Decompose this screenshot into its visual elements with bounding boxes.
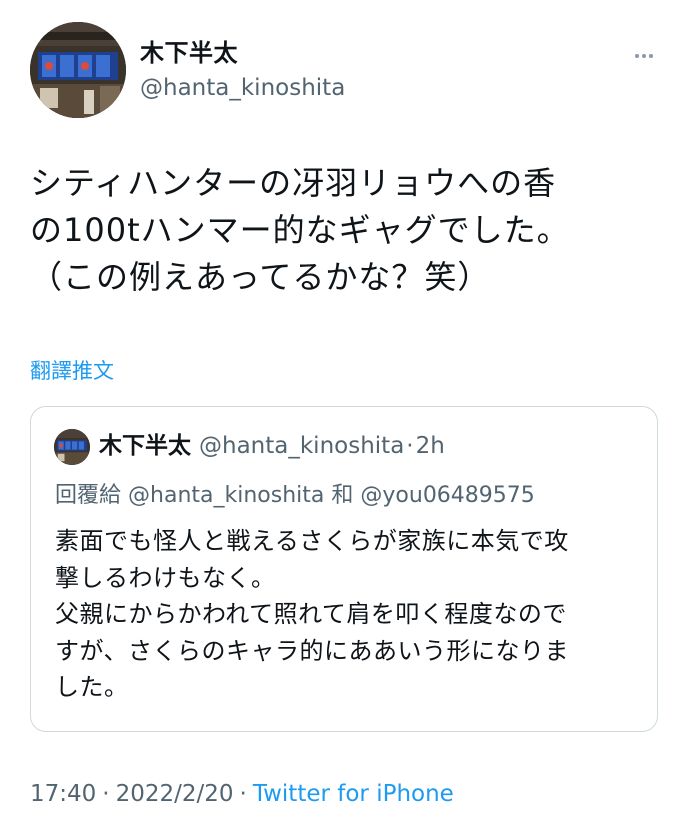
more-dot — [642, 54, 646, 58]
quote-author-handle[interactable]: @hanta_kinoshita — [199, 433, 404, 459]
tweet-text-line: シティハンターの冴羽リョウへの香 — [30, 164, 557, 202]
tweet-text: シティハンターの冴羽リョウへの香 の100tハンマー的なギャグでした。 （この例… — [30, 160, 670, 301]
more-dot — [649, 54, 653, 58]
reply-and: 和 — [331, 483, 354, 508]
quote-text: 素面でも怪人と戦えるさくらが家族に本気で攻 撃しるわけもなく。 父親にからかわれ… — [55, 523, 645, 706]
meta-separator: · — [239, 781, 247, 807]
tweet-date[interactable]: 2022/2/20 — [116, 781, 234, 807]
quote-header: 木下半太 @hanta_kinoshita·2h — [99, 430, 445, 462]
quote-text-line: した。 — [55, 673, 129, 701]
meta-separator: · — [102, 781, 110, 807]
quote-separator: · — [406, 433, 414, 459]
tweet-meta: 17:40 · 2022/2/20 · Twitter for iPhone — [30, 778, 454, 810]
author-avatar[interactable] — [30, 22, 126, 118]
author-handle[interactable]: @hanta_kinoshita — [140, 73, 345, 103]
quote-reply-context: 回覆給 @hanta_kinoshita 和 @you06489575 — [55, 480, 535, 512]
quote-text-line: 父親にからかわれて照れて肩を叩く程度なので — [55, 600, 567, 628]
quote-text-line: すが、さくらのキャラ的にああいう形になりま — [55, 636, 570, 665]
tweet-source-link[interactable]: Twitter for iPhone — [253, 781, 454, 807]
reply-mention[interactable]: @you06489575 — [360, 483, 534, 508]
tweet-time[interactable]: 17:40 — [30, 781, 96, 807]
more-horizontal-icon[interactable] — [626, 46, 662, 66]
quote-timestamp[interactable]: 2h — [416, 433, 445, 459]
more-dot — [635, 54, 639, 58]
tweet-text-line: （この例えあってるかな？笑） — [30, 258, 491, 296]
translate-tweet-link[interactable]: 翻譯推文 — [30, 356, 114, 386]
reply-mention[interactable]: @hanta_kinoshita — [128, 483, 324, 508]
quote-author-name[interactable]: 木下半太 — [99, 433, 191, 459]
tweet-text-line: の100tハンマー的なギャグでした。 — [30, 211, 570, 249]
author-name[interactable]: 木下半太 — [140, 38, 238, 68]
reply-prefix: 回覆給 — [55, 483, 122, 508]
quote-text-line: 撃しるわけもなく。 — [55, 563, 276, 592]
quoted-tweet-card[interactable]: 木下半太 @hanta_kinoshita·2h 回覆給 @hanta_kinos… — [30, 406, 658, 732]
quote-text-line: 素面でも怪人と戦えるさくらが家族に本気で攻 — [55, 527, 569, 555]
quote-author-avatar[interactable] — [54, 429, 90, 465]
